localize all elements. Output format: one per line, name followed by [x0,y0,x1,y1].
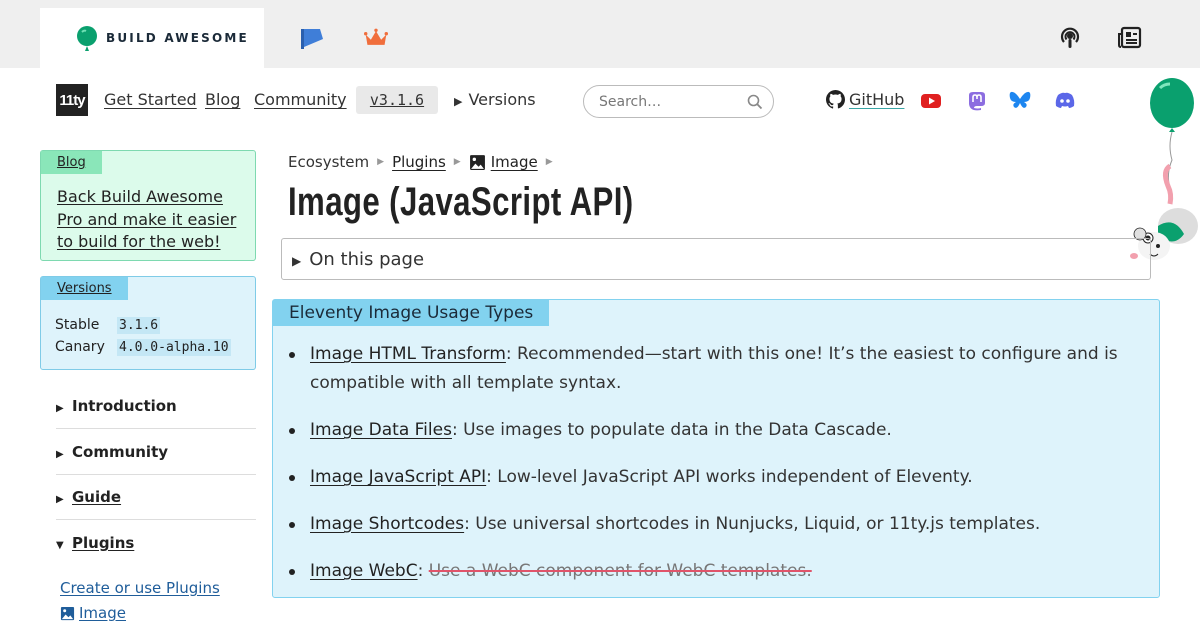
sidebar-section-label: Plugins [72,534,135,552]
versions-card-label[interactable]: Versions [41,277,128,300]
on-this-page-toggle[interactable]: ▶ On this page [281,238,1151,280]
versions-card: Versions Stable 3.1.6 Canary 4.0.0-alpha… [40,276,256,370]
build-awesome-logo-icon [77,26,97,51]
list-item: Image WebC: Use a WebC component for Web… [289,557,1129,586]
chevron-right-icon: ▶ [545,157,553,167]
stable-label: Stable [55,317,100,333]
triangle-right-icon: ▶ [292,254,302,268]
github-link[interactable]: GitHub [826,90,904,109]
canary-label: Canary [55,339,105,355]
on-this-page-label: On this page [309,249,425,270]
page-title: Image (JavaScript API) [288,180,634,224]
breadcrumb-plugins[interactable]: Plugins [392,153,446,171]
usage-types-box: Eleventy Image Usage Types Image HTML Tr… [272,299,1160,598]
sidebar-link-image[interactable]: Image [60,604,126,622]
version-pill[interactable]: v3.1.6 [356,86,438,114]
breadcrumb-ecosystem: Ecosystem [288,153,370,171]
canary-version: 4.0.0-alpha.10 [117,339,231,356]
sidebar-section-guide[interactable]: ▶ Guide [56,488,256,506]
github-label: GitHub [849,90,905,109]
nav-get-started[interactable]: Get Started [104,90,197,109]
youtube-icon[interactable] [920,91,942,111]
list-item: Image HTML Transform: Recommended—start … [289,340,1129,398]
blog-card-label[interactable]: Blog [41,151,102,174]
usage-link-javascript-api[interactable]: Image JavaScript API [310,467,486,487]
flag-icon[interactable] [300,26,324,50]
newspaper-icon[interactable] [1118,26,1142,50]
usage-link-shortcodes[interactable]: Image Shortcodes [310,514,464,534]
breadcrumb: Ecosystem ▶ Plugins ▶ Image ▶ [288,153,561,171]
sidebar-section-label: Guide [72,488,122,506]
triangle-right-icon: ▶ [56,494,64,505]
search-input[interactable] [599,93,739,110]
sidebar-link-image-label: Image [79,604,126,622]
podcast-icon[interactable] [1058,26,1082,50]
image-icon [469,154,485,170]
breadcrumb-image[interactable]: Image [491,153,538,171]
triangle-right-icon: ▶ [56,449,64,460]
versions-toggle-label: Versions [468,90,536,109]
usage-link-webc[interactable]: Image WebC [310,561,418,581]
usage-link-data-files[interactable]: Image Data Files [310,420,452,440]
sidebar-section-label: Introduction [72,397,177,415]
versions-toggle[interactable]: ▶ Versions [454,90,536,109]
triangle-right-icon: ▶ [454,95,463,108]
divider [56,428,256,429]
nav-community[interactable]: Community [254,90,347,109]
search-icon[interactable] [747,94,763,110]
usage-types-label: Eleventy Image Usage Types [273,300,550,326]
sidebar-section-plugins[interactable]: ▼ Plugins [56,534,256,552]
usage-description: : Use universal shortcodes in Nunjucks, … [464,514,1041,534]
discord-icon[interactable] [1054,91,1076,111]
chevron-right-icon: ▶ [377,157,385,167]
brand-tab[interactable]: BUILD AWESOME [40,8,264,68]
11ty-logo[interactable]: 11ty [56,84,88,116]
chevron-right-icon: ▶ [453,157,461,167]
list-item: Image JavaScript API: Low-level JavaScri… [289,463,1129,492]
divider [56,474,256,475]
sidebar-section-introduction[interactable]: ▶ Introduction [56,397,256,415]
deprecated-description: Use a WebC component for WebC templates. [428,561,812,581]
search-box[interactable] [583,85,774,118]
usage-description: : Use images to populate data in the Dat… [451,420,892,440]
triangle-down-icon: ▼ [56,540,64,551]
usage-description: : Low-level JavaScript API works indepen… [486,467,973,487]
list-item: Image Data Files: Use images to populate… [289,416,1129,445]
sidebar-section-community[interactable]: ▶ Community [56,443,256,461]
sidebar-link-create-plugins[interactable]: Create or use Plugins [60,579,220,597]
usage-link-html-transform[interactable]: Image HTML Transform [310,344,506,364]
sidebar-section-label: Community [72,443,169,461]
list-item: Image Shortcodes: Use universal shortcod… [289,510,1129,539]
usage-description: : [417,561,424,581]
brand-name: BUILD AWESOME [106,31,249,45]
divider [56,519,256,520]
blog-card-link[interactable]: Back Build Awesome Pro and make it easie… [57,186,247,254]
triangle-right-icon: ▶ [56,403,64,414]
bluesky-icon[interactable] [1009,91,1031,111]
nav-blog[interactable]: Blog [205,90,240,109]
mastodon-icon[interactable] [966,91,988,111]
image-icon [60,606,75,620]
github-icon [826,90,845,109]
blog-card: Blog Back Build Awesome Pro and make it … [40,150,256,261]
usage-types-list: Image HTML Transform: Recommended—start … [289,340,1129,604]
stable-version: 3.1.6 [117,317,161,334]
crown-icon[interactable] [364,26,388,50]
